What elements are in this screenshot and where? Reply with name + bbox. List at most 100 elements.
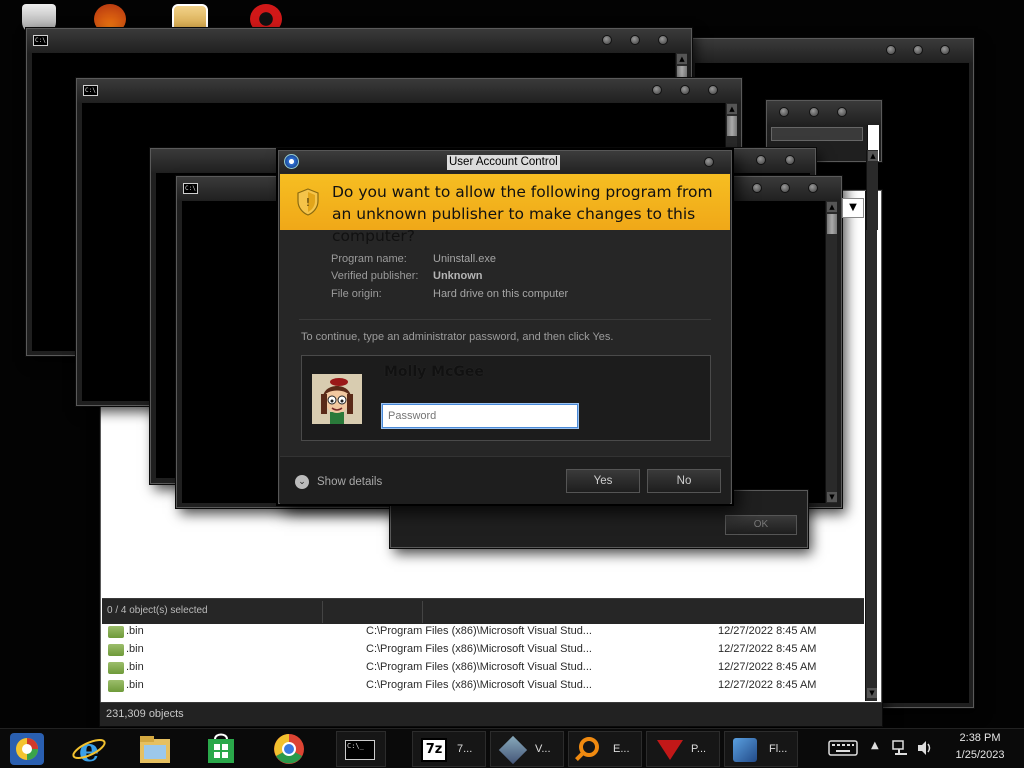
taskbar-label: V... <box>535 743 551 755</box>
file-explorer-icon[interactable] <box>136 731 174 767</box>
taskbar-cmd-button[interactable]: C:\_ <box>336 731 386 767</box>
maximize-button[interactable] <box>913 45 923 55</box>
scrollbar[interactable]: ▲ <box>866 150 878 230</box>
avatar <box>312 374 362 424</box>
divider <box>299 319 711 320</box>
scroll-thumb[interactable] <box>727 116 737 136</box>
svg-text:!: ! <box>306 196 310 209</box>
status-divider <box>322 601 323 623</box>
close-button[interactable] <box>940 45 950 55</box>
input-field[interactable] <box>771 127 863 141</box>
close-button[interactable] <box>704 157 714 167</box>
taskbar-p-button[interactable]: P... <box>646 731 720 767</box>
7zip-icon: 7z <box>421 738 447 762</box>
file-date: 12/27/2022 8:45 AM <box>718 643 817 655</box>
chrome-icon[interactable] <box>270 731 308 767</box>
taskbar-label: 7... <box>457 743 473 755</box>
file-name[interactable]: .bin <box>126 625 144 637</box>
taskbar-search-button[interactable]: E... <box>568 731 642 767</box>
scroll-up-arrow[interactable]: ▲ <box>677 54 687 64</box>
file-path: C:\Program Files (x86)\Microsoft Visual … <box>366 661 592 673</box>
close-button[interactable] <box>808 183 818 193</box>
close-button[interactable] <box>708 85 718 95</box>
scroll-up-arrow[interactable]: ▲ <box>727 104 737 114</box>
folder-icon <box>108 680 124 692</box>
clock-time[interactable]: 2:38 PM <box>950 732 1010 744</box>
credential-user-name: Molly McGee <box>384 364 484 380</box>
network-icon[interactable] <box>891 739 909 757</box>
minimize-button[interactable] <box>779 107 789 117</box>
svg-text:e: e <box>79 731 99 767</box>
title-bar <box>691 39 973 63</box>
file-path: C:\Program Files (x86)\Microsoft Visual … <box>366 625 592 637</box>
ok-button[interactable]: OK <box>725 515 797 535</box>
clock-date[interactable]: 1/25/2023 <box>950 749 1010 761</box>
scroll-up-arrow[interactable]: ▲ <box>827 202 837 212</box>
maximize-button[interactable] <box>785 155 795 165</box>
taskbar-7zip-button[interactable]: 7z 7... <box>412 731 486 767</box>
store-icon[interactable] <box>202 731 240 767</box>
start-icon[interactable] <box>8 731 46 767</box>
folder-icon <box>108 626 124 638</box>
uac-banner: ! Do you want to allow the following pro… <box>280 174 730 245</box>
uac-title: User Account Control <box>447 155 560 170</box>
show-hidden-icons-icon[interactable]: ▲ <box>871 740 879 751</box>
file-date: 12/27/2022 8:45 AM <box>718 661 817 673</box>
file-origin-value: Hard drive on this computer <box>433 288 569 300</box>
file-date: 12/27/2022 8:45 AM <box>718 679 817 691</box>
magnifier-handle <box>575 751 585 761</box>
uac-shield-icon: ! <box>297 188 319 216</box>
minimize-button[interactable] <box>752 183 762 193</box>
ie-icon[interactable]: e <box>70 731 108 767</box>
volume-icon[interactable] <box>916 739 934 757</box>
objects-count: 231,309 objects <box>106 708 184 720</box>
file-name[interactable]: .bin <box>126 679 144 691</box>
keyboard-icon[interactable] <box>828 740 858 756</box>
taskbar-fl-button[interactable]: Fl... <box>724 731 798 767</box>
file-origin-label: File origin: <box>331 288 382 300</box>
maximize-button[interactable] <box>780 183 790 193</box>
scrollbar[interactable]: ▲ ▼ <box>825 201 837 503</box>
selection-status: 0 / 4 object(s) selected <box>107 605 208 616</box>
folder-icon <box>108 662 124 674</box>
file-name[interactable]: .bin <box>126 661 144 673</box>
maximize-button[interactable] <box>630 35 640 45</box>
scroll-up-arrow[interactable]: ▲ <box>868 151 878 161</box>
close-button[interactable] <box>658 35 668 45</box>
no-button[interactable]: No <box>647 469 721 493</box>
credential-tile[interactable]: Molly McGee <box>301 355 711 441</box>
taskbar-label: E... <box>613 743 630 755</box>
title-bar <box>77 79 741 103</box>
dropdown-arrow[interactable]: ▼ <box>842 198 864 218</box>
program-name-label: Program name: <box>331 253 407 265</box>
minimize-button[interactable] <box>756 155 766 165</box>
scroll-down-arrow[interactable]: ▼ <box>867 688 877 698</box>
password-input[interactable] <box>381 403 579 429</box>
file-path: C:\Program Files (x86)\Microsoft Visual … <box>366 643 592 655</box>
cmd-icon: C:\_ <box>345 740 375 760</box>
maximize-button[interactable] <box>680 85 690 95</box>
close-button[interactable] <box>837 107 847 117</box>
desktop: ▼ 0 / 4 object(s) selected .bin C:\Progr… <box>0 0 1024 768</box>
yes-button[interactable]: Yes <box>566 469 640 493</box>
minimize-button[interactable] <box>886 45 896 55</box>
uac-question: Do you want to allow the following progr… <box>332 183 713 245</box>
taskbar-vs-button[interactable]: V... <box>490 731 564 767</box>
details-chevron-icon[interactable]: ⌄ <box>295 475 309 489</box>
file-name[interactable]: .bin <box>126 643 144 655</box>
uac-footer: ⌄ Show details Yes No <box>280 456 730 504</box>
scroll-thumb[interactable] <box>827 214 837 234</box>
file-date: 12/27/2022 8:45 AM <box>718 625 817 637</box>
program-name-value: Uninstall.exe <box>433 253 496 265</box>
minimize-button[interactable] <box>652 85 662 95</box>
minimize-button[interactable] <box>602 35 612 45</box>
explorer-scrollbar[interactable]: ▼ <box>865 191 877 701</box>
scroll-down-arrow[interactable]: ▼ <box>827 492 837 502</box>
taskbar: e C:\_ 7z 7... V... E... P... Fl... ▲ 2:… <box>0 728 1024 768</box>
uac-title-bar: User Account Control <box>279 151 731 173</box>
show-details-link[interactable]: Show details <box>317 476 382 488</box>
title-bar <box>27 29 691 53</box>
tools-icon <box>733 738 757 762</box>
maximize-button[interactable] <box>809 107 819 117</box>
uac-instruction: To continue, type an administrator passw… <box>301 331 614 343</box>
